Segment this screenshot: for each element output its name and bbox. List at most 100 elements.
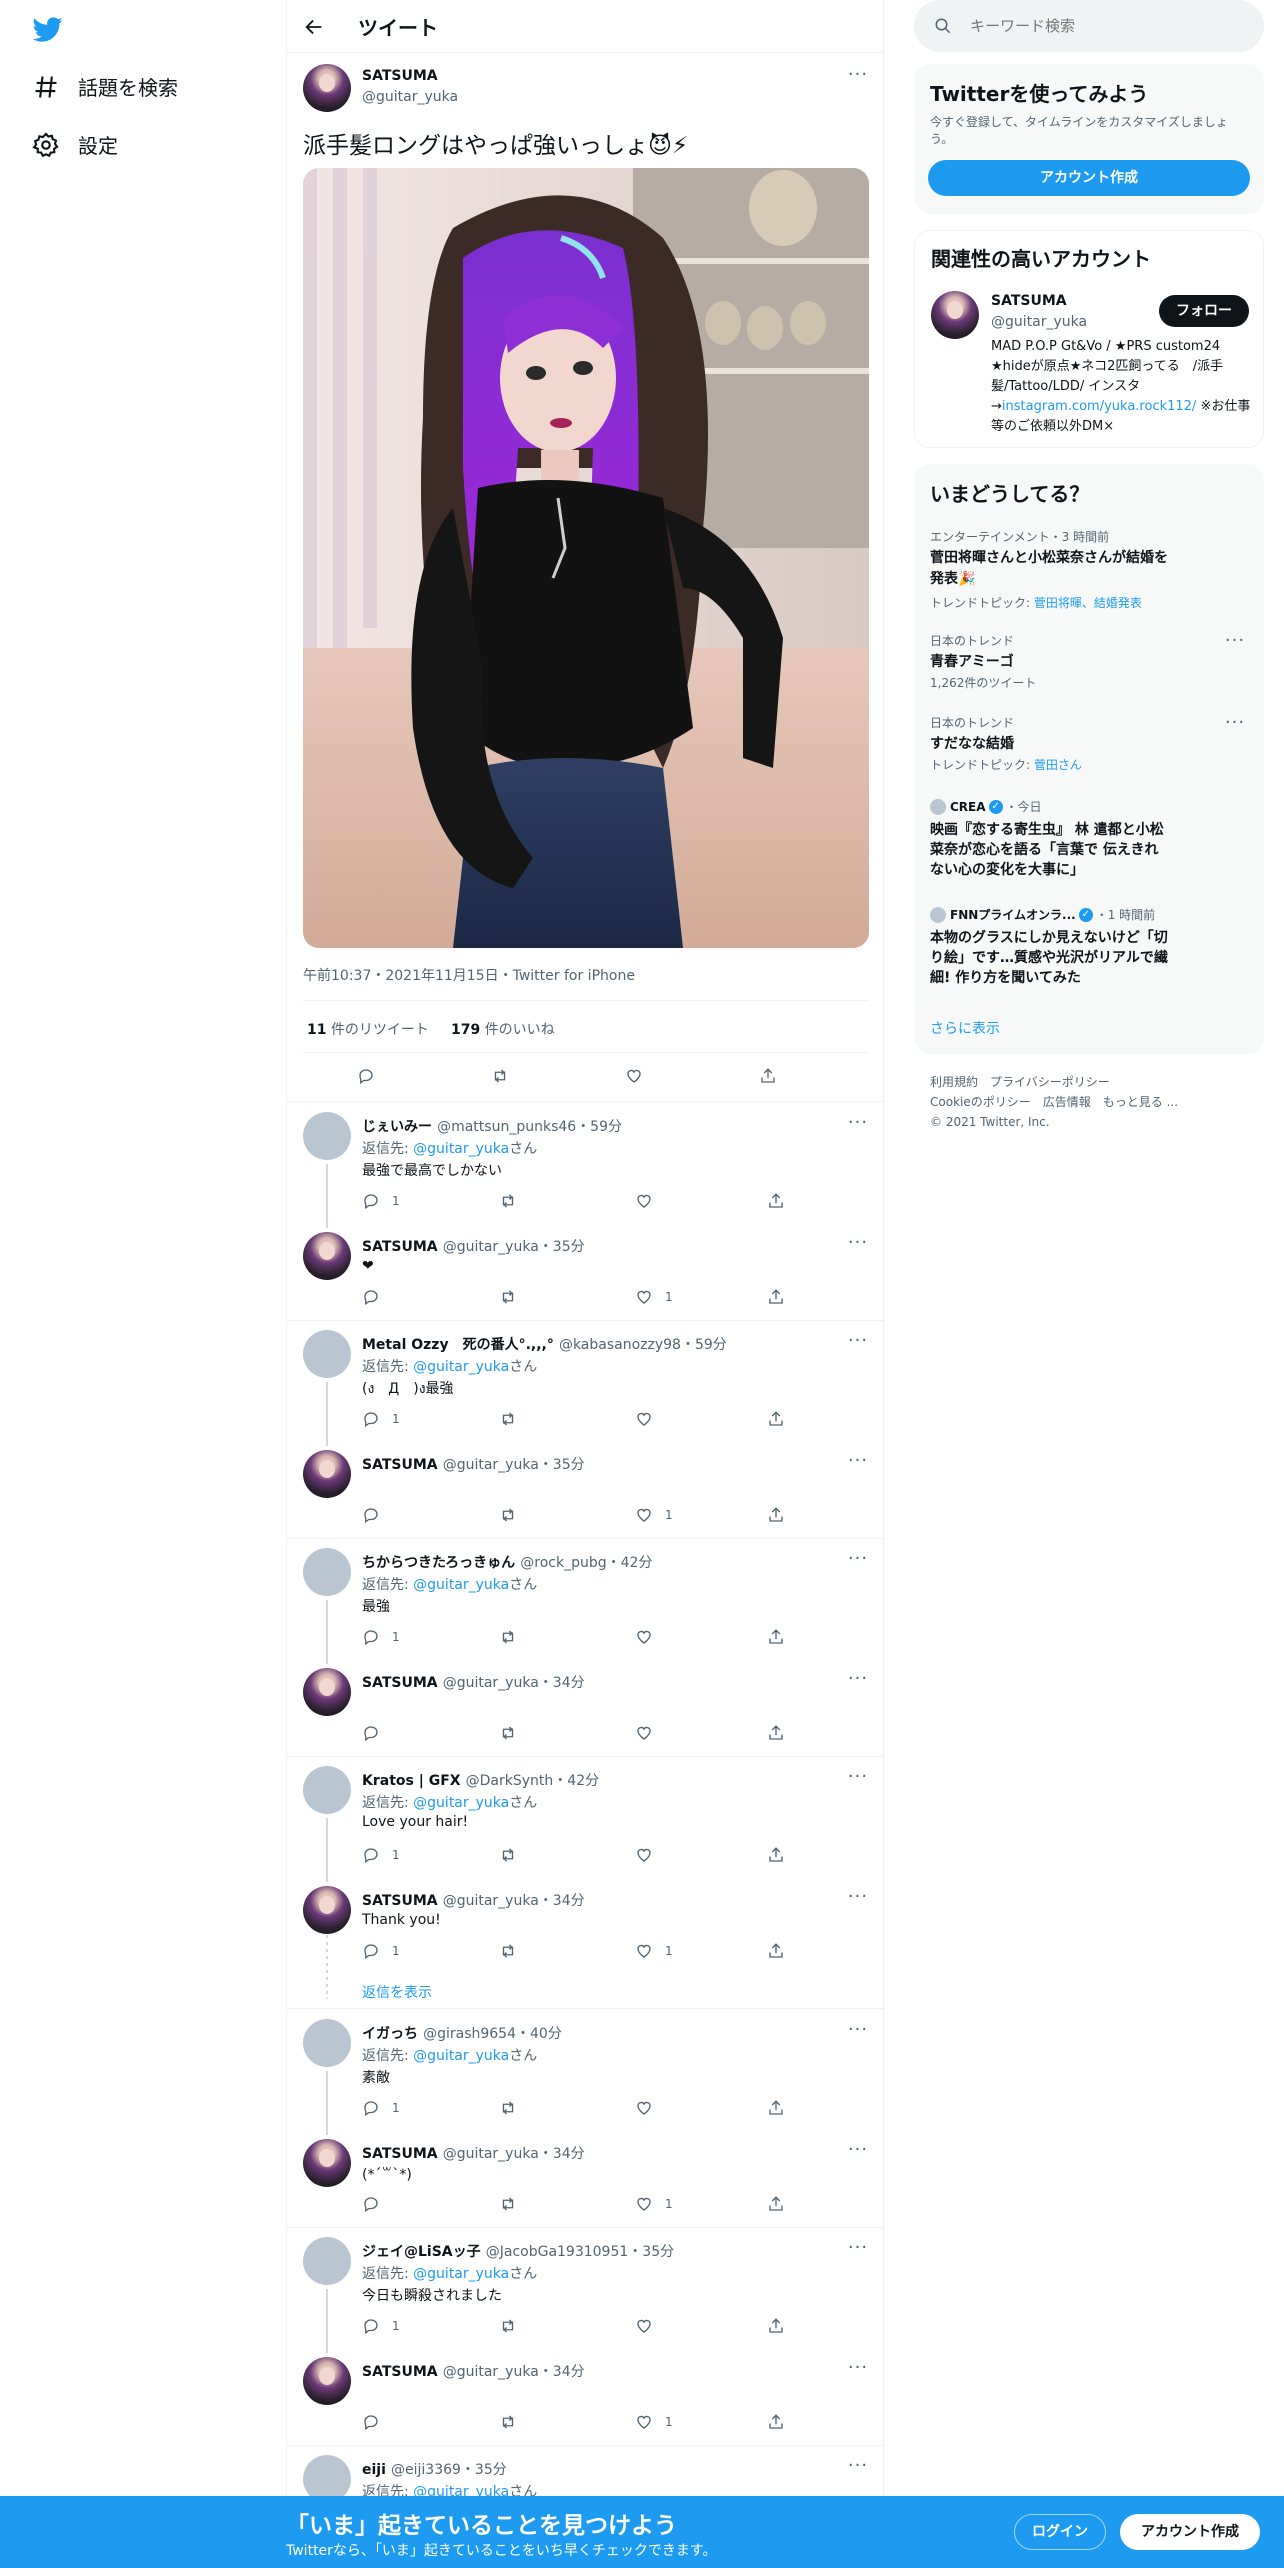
share-button[interactable] bbox=[767, 2315, 785, 2337]
reply-handle[interactable]: @DarkSynth bbox=[466, 1773, 554, 1789]
login-button[interactable]: ログイン bbox=[1014, 2514, 1106, 2550]
reply-name[interactable]: SATSUMA bbox=[362, 1893, 438, 1909]
avatar[interactable] bbox=[303, 64, 351, 112]
reply-handle[interactable]: @JacobGa19310951 bbox=[486, 2244, 629, 2260]
like-button[interactable]: 1 bbox=[635, 1504, 673, 1526]
reply-name[interactable]: ちからつきたろっきゅん bbox=[362, 1555, 515, 1571]
like-stat[interactable]: 179 件のいいね bbox=[451, 1019, 555, 1039]
share-button[interactable] bbox=[767, 1722, 785, 1744]
avatar[interactable] bbox=[303, 1766, 351, 1814]
reply-time[interactable]: ・35分 bbox=[628, 2244, 674, 2260]
more-icon[interactable]: ··· bbox=[847, 2457, 869, 2481]
reply-time[interactable]: ・42分 bbox=[607, 1555, 653, 1571]
share-button[interactable] bbox=[767, 2193, 785, 2215]
reply-name[interactable]: eiji bbox=[362, 2462, 386, 2478]
retweet-stat[interactable]: 11 件のリツイート bbox=[307, 1019, 429, 1039]
more-icon[interactable]: ··· bbox=[847, 1332, 869, 1356]
reply-time[interactable]: ・59分 bbox=[681, 1337, 727, 1353]
reply-button[interactable] bbox=[362, 2193, 392, 2215]
reply-to-handle[interactable]: @guitar_yuka bbox=[413, 1141, 509, 1157]
reply-time[interactable]: ・40分 bbox=[516, 2026, 562, 2042]
more-icon[interactable]: ··· bbox=[847, 1114, 869, 1138]
share-button[interactable] bbox=[767, 1940, 785, 1962]
avatar[interactable] bbox=[303, 1668, 351, 1716]
reply-button[interactable]: 1 bbox=[362, 2097, 400, 2119]
share-button[interactable] bbox=[767, 1504, 785, 1526]
tweet-photo[interactable] bbox=[303, 168, 869, 948]
more-icon[interactable]: ··· bbox=[847, 1670, 869, 1694]
like-button[interactable] bbox=[635, 1626, 665, 1648]
show-replies-link[interactable]: 返信を表示 bbox=[362, 1982, 432, 2002]
footer-ads[interactable]: 広告情報 bbox=[1043, 1095, 1091, 1109]
like-button[interactable] bbox=[635, 1722, 665, 1744]
reply-handle[interactable]: @guitar_yuka bbox=[443, 1675, 539, 1691]
reply-name[interactable]: SATSUMA bbox=[362, 2146, 438, 2162]
more-icon[interactable]: ··· bbox=[847, 1550, 869, 1574]
reply-time[interactable]: ・35分 bbox=[539, 1457, 585, 1473]
trend-topic-link[interactable]: 菅田さん bbox=[1034, 758, 1082, 772]
share-button[interactable] bbox=[767, 2411, 785, 2433]
retweet-button[interactable] bbox=[499, 2315, 517, 2337]
footer-privacy[interactable]: プライバシーポリシー bbox=[990, 1075, 1110, 1089]
reply-handle[interactable]: @rock_pubg bbox=[520, 1555, 606, 1571]
show-more-link[interactable]: さらに表示 bbox=[930, 1018, 1000, 1038]
avatar[interactable] bbox=[303, 2139, 351, 2187]
retweet-button[interactable] bbox=[491, 1065, 509, 1087]
more-icon[interactable]: ··· bbox=[847, 2239, 869, 2263]
reply-time[interactable]: ・35分 bbox=[461, 2462, 507, 2478]
back-button[interactable] bbox=[299, 12, 329, 42]
footer-more[interactable]: もっと見る ... bbox=[1103, 1095, 1178, 1109]
reply-time[interactable]: ・34分 bbox=[539, 1675, 585, 1691]
like-button[interactable]: 1 bbox=[635, 1286, 673, 1308]
like-button[interactable]: 1 bbox=[635, 1940, 673, 1962]
reply-handle[interactable]: @guitar_yuka bbox=[443, 1893, 539, 1909]
footer-terms[interactable]: 利用規約 bbox=[930, 1075, 978, 1089]
relevant-handle[interactable]: @guitar_yuka bbox=[991, 314, 1087, 330]
like-button[interactable]: 1 bbox=[635, 2193, 673, 2215]
trend-topic-link[interactable]: 菅田将暉、結婚発表 bbox=[1034, 596, 1142, 610]
retweet-button[interactable] bbox=[499, 1626, 517, 1648]
reply-name[interactable]: Metal Ozzy 死の番人°.,,,° bbox=[362, 1337, 554, 1353]
avatar[interactable] bbox=[303, 2357, 351, 2405]
create-account-button[interactable]: アカウント作成 bbox=[928, 160, 1250, 196]
reply-time[interactable]: ・34分 bbox=[539, 1893, 585, 1909]
more-icon[interactable]: ··· bbox=[847, 2359, 869, 2383]
reply-to-handle[interactable]: @guitar_yuka bbox=[413, 1577, 509, 1593]
reply-to-handle[interactable]: @guitar_yuka bbox=[413, 2266, 509, 2282]
more-icon[interactable]: ··· bbox=[847, 1234, 869, 1258]
more-icon[interactable]: ··· bbox=[847, 2021, 869, 2045]
retweet-button[interactable] bbox=[499, 1722, 517, 1744]
more-icon[interactable]: ··· bbox=[1224, 714, 1246, 738]
retweet-button[interactable] bbox=[499, 1940, 517, 1962]
bio-link[interactable]: instagram.com/yuka.rock112/ bbox=[1002, 399, 1196, 414]
reply-handle[interactable]: @guitar_yuka bbox=[443, 1239, 539, 1255]
like-button[interactable] bbox=[635, 1408, 665, 1430]
avatar[interactable] bbox=[303, 2237, 351, 2285]
nav-settings[interactable]: 設定 bbox=[32, 130, 118, 159]
like-button[interactable] bbox=[635, 1844, 665, 1866]
reply-time[interactable]: ・34分 bbox=[539, 2364, 585, 2380]
reply-time[interactable]: ・35分 bbox=[539, 1239, 585, 1255]
share-button[interactable] bbox=[767, 2097, 785, 2119]
reply-handle[interactable]: @mattsun_punks46 bbox=[437, 1119, 576, 1135]
relevant-name[interactable]: SATSUMA bbox=[991, 293, 1067, 309]
more-icon[interactable]: ··· bbox=[847, 66, 869, 90]
reply-name[interactable]: イガっち bbox=[362, 2026, 418, 2042]
share-button[interactable] bbox=[767, 1286, 785, 1308]
like-button[interactable]: 1 bbox=[635, 2411, 673, 2433]
like-button[interactable] bbox=[635, 2097, 665, 2119]
reply-time[interactable]: ・42分 bbox=[553, 1773, 599, 1789]
reply-name[interactable]: ジェイ@LiSAッ子 bbox=[362, 2244, 481, 2260]
more-icon[interactable]: ··· bbox=[1224, 632, 1246, 656]
share-button[interactable] bbox=[767, 1190, 785, 1212]
avatar[interactable] bbox=[931, 291, 979, 339]
reply-name[interactable]: SATSUMA bbox=[362, 1457, 438, 1473]
retweet-button[interactable] bbox=[499, 2097, 517, 2119]
retweet-button[interactable] bbox=[499, 2411, 517, 2433]
search-input[interactable] bbox=[970, 12, 1250, 40]
more-icon[interactable]: ··· bbox=[847, 2141, 869, 2165]
reply-button[interactable]: 1 bbox=[362, 1408, 400, 1430]
reply-button[interactable]: 1 bbox=[362, 1844, 400, 1866]
nav-explore[interactable]: 話題を検索 bbox=[32, 72, 178, 101]
reply-button[interactable] bbox=[362, 1722, 392, 1744]
